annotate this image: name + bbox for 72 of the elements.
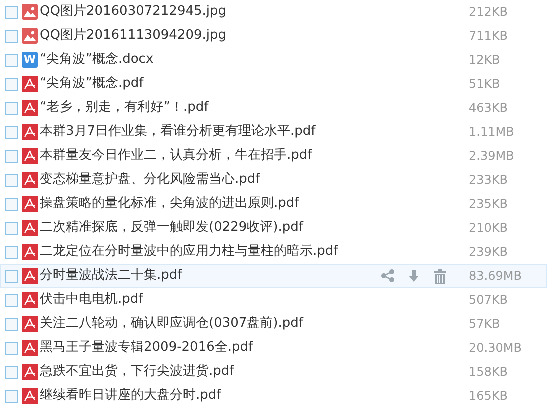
pdf-file-icon (22, 316, 38, 332)
file-size: 12KB (469, 52, 502, 69)
file-size: 233KB (469, 172, 510, 189)
checkbox[interactable] (5, 78, 18, 90)
pdf-file-icon (22, 268, 38, 284)
file-size: 235KB (469, 196, 510, 213)
file-size: 463KB (469, 100, 510, 117)
image-file-icon (22, 4, 38, 20)
checkbox[interactable] (5, 246, 18, 258)
download-icon[interactable] (407, 269, 421, 283)
file-size: 83.69MB (469, 268, 523, 285)
file-name: “老乡，别走，有利好”！.pdf (40, 99, 210, 118)
file-name: 继续看昨日讲座的大盘分时.pdf (40, 387, 222, 406)
checkbox[interactable] (5, 294, 18, 306)
pdf-file-icon (22, 124, 38, 140)
file-name: QQ图片20161113094209.jpg (40, 27, 228, 46)
file-name: 黑马王子量波专辑2009-2016全.pdf (40, 339, 254, 358)
pdf-file-icon (22, 76, 38, 92)
checkbox[interactable] (5, 54, 18, 66)
checkbox[interactable] (5, 174, 18, 186)
file-size: 507KB (469, 292, 510, 309)
file-size: 1.11MB (469, 124, 516, 141)
checkbox[interactable] (5, 198, 18, 210)
file-size: 158KB (469, 364, 510, 381)
pdf-file-icon (22, 364, 38, 380)
pdf-file-icon (22, 148, 38, 164)
share-icon[interactable] (381, 269, 395, 283)
checkbox[interactable] (5, 270, 18, 282)
file-name: “尖角波”概念.docx (40, 51, 155, 70)
checkbox[interactable] (5, 222, 18, 234)
file-name: QQ图片20160307212945.jpg (40, 3, 228, 22)
pdf-file-icon (22, 244, 38, 260)
file-name: 变态梯量意护盘、分化风险需当心.pdf (40, 171, 262, 190)
file-row[interactable]: 分时量波战法二十集.pdf 83.69MB (0, 264, 547, 288)
file-size: 212KB (469, 4, 510, 21)
checkbox[interactable] (5, 6, 18, 18)
pdf-file-icon (22, 220, 38, 236)
file-size: 239KB (469, 244, 510, 261)
pdf-file-icon (22, 292, 38, 308)
checkbox[interactable] (5, 126, 18, 138)
pdf-file-icon (22, 388, 38, 404)
file-name: 二龙定位在分时量波中的应用力柱与量柱的暗示.pdf (40, 243, 340, 262)
delete-icon[interactable] (433, 268, 447, 284)
file-name: 本群量友今日作业二，认真分析，牛在招手.pdf (40, 147, 314, 166)
pdf-file-icon (22, 172, 38, 188)
file-size: 57KB (469, 316, 502, 333)
file-size: 51KB (469, 76, 502, 93)
file-name: 二次精准探底，反弹一触即发(0229收评).pdf (40, 219, 305, 238)
file-name: 本群3月7日作业集，看谁分析更有理论水平.pdf (40, 123, 317, 142)
file-name: 操盘策略的量化标准，尖角波的进出原则.pdf (40, 195, 300, 214)
image-file-icon (22, 28, 38, 44)
pdf-file-icon (22, 196, 38, 212)
file-name: 伏击中电电机.pdf (40, 291, 144, 310)
file-size: 20.30MB (469, 340, 523, 357)
checkbox[interactable] (5, 342, 18, 354)
checkbox[interactable] (5, 318, 18, 330)
word-file-icon: W (22, 52, 38, 68)
checkbox[interactable] (5, 102, 18, 114)
file-size: 711KB (469, 28, 510, 45)
pdf-file-icon (22, 100, 38, 116)
file-size: 165KB (469, 388, 510, 405)
file-name: 分时量波战法二十集.pdf (40, 267, 184, 286)
checkbox[interactable] (5, 366, 18, 378)
checkbox[interactable] (5, 150, 18, 162)
pdf-file-icon (22, 340, 38, 356)
file-size: 2.39MB (469, 148, 516, 165)
checkbox[interactable] (5, 390, 18, 402)
checkbox[interactable] (5, 30, 18, 42)
file-name: 关注二八轮动，确认即应调仓(0307盘前).pdf (40, 315, 305, 334)
file-name: 急跌不宜出货，下行尖波进货.pdf (40, 363, 236, 382)
file-size: 210KB (469, 220, 510, 237)
file-name: “尖角波”概念.pdf (40, 75, 145, 94)
